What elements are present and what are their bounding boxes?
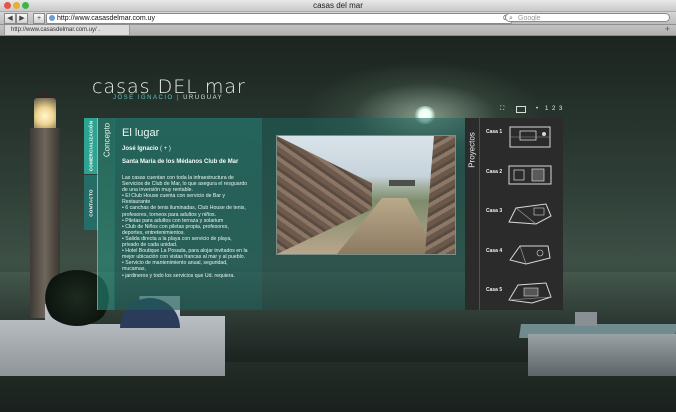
place-name: José Ignacio xyxy=(122,146,159,152)
tab-contacto-label: CONTACTO xyxy=(88,188,93,217)
lugar-photo[interactable] xyxy=(276,135,456,255)
tab-label: http://www.casasdelmar.com.uy/ . xyxy=(11,27,101,33)
house-right xyxy=(528,334,676,376)
casa-5-label[interactable]: Casa 5 xyxy=(486,287,502,293)
tab-contacto[interactable]: CONTACTO xyxy=(84,175,98,230)
tab-concepto-label: Concepto xyxy=(102,122,111,158)
tab-casasdelmar[interactable]: http://www.casasdelmar.com.uy/ . xyxy=(4,25,130,35)
search-placeholder: Google xyxy=(518,15,541,22)
body-line: • 6 canchas de tenis iluminadas, Club Ho… xyxy=(122,205,246,212)
chimney xyxy=(575,312,597,326)
tab-comercializacion-label: COMERCIALIZACIÓN xyxy=(88,120,93,172)
window-titlebar: casas del mar xyxy=(0,0,676,12)
globe-icon xyxy=(49,15,55,21)
page-link-1[interactable]: 1 xyxy=(545,105,548,113)
zoom-window-button[interactable] xyxy=(22,2,29,9)
content-panel: El lugar José Ignacio ( + ) Santa María … xyxy=(114,118,262,310)
page-link-2[interactable]: 2 xyxy=(552,105,555,113)
window-title: casas del mar xyxy=(313,1,363,10)
forward-button[interactable]: ▶ xyxy=(16,13,28,24)
page-link-3[interactable]: 3 xyxy=(559,105,562,113)
close-window-button[interactable] xyxy=(4,2,11,9)
distant-building xyxy=(389,180,415,186)
minimize-window-button[interactable] xyxy=(13,2,20,9)
lighthouse-lamp xyxy=(34,98,56,128)
subtitle-location: JOSE IGNACIO xyxy=(113,95,174,101)
place-title: José Ignacio ( + ) xyxy=(122,146,171,152)
tab-comercializacion[interactable]: COMERCIALIZACIÓN xyxy=(84,118,98,174)
casa-5-thumbnail[interactable] xyxy=(506,279,554,305)
gallery-icon[interactable] xyxy=(516,106,526,113)
search-field[interactable]: ⌕ Google xyxy=(505,13,670,22)
body-line: • jardineros y todo los servicios que Ud… xyxy=(122,272,235,279)
tab-proyectos[interactable]: Proyectos xyxy=(465,118,480,310)
casa-1-label[interactable]: Casa 1 xyxy=(486,129,502,135)
browser-toolbar: ◀ ▶ + http://www.casasdelmar.com.uy C ⌕ … xyxy=(0,12,676,25)
back-button[interactable]: ◀ xyxy=(4,13,16,24)
tab-concepto[interactable]: Concepto xyxy=(97,118,115,310)
tab-bar: http://www.casasdelmar.com.uy/ . + xyxy=(0,24,676,36)
back-arrow-icon: ◀ xyxy=(7,15,13,22)
body-text: Las casas cuentan con toda la infraestru… xyxy=(122,175,262,279)
casa-4-label[interactable]: Casa 4 xyxy=(486,248,502,254)
stone-wall-right xyxy=(425,136,455,254)
forward-arrow-icon: ▶ xyxy=(19,15,25,22)
plus-icon: + xyxy=(36,15,42,22)
club-title: Santa María de los Médanos Club de Mar xyxy=(122,159,239,165)
fullscreen-icon[interactable]: ⛶ xyxy=(500,105,504,113)
casa-2-thumbnail[interactable] xyxy=(506,162,554,188)
add-bookmark-button[interactable]: + xyxy=(33,13,45,24)
place-more-link[interactable]: ( + ) xyxy=(158,146,171,152)
address-bar[interactable]: http://www.casasdelmar.com.uy C xyxy=(46,13,512,24)
section-heading: El lugar xyxy=(122,127,160,139)
search-icon: ⌕ xyxy=(509,15,513,22)
subtitle-country: URUGUAY xyxy=(183,95,224,101)
page-dot[interactable]: • xyxy=(536,105,538,113)
casa-3-thumbnail[interactable] xyxy=(506,200,554,226)
address-text: http://www.casasdelmar.com.uy xyxy=(57,15,156,22)
new-tab-icon[interactable]: + xyxy=(665,24,670,34)
tab-proyectos-label: Proyectos xyxy=(467,132,477,168)
subtitle-separator: | xyxy=(176,95,180,101)
site-subtitle: JOSE IGNACIO | URUGUAY xyxy=(113,95,223,101)
casa-1-thumbnail[interactable] xyxy=(506,124,554,150)
casa-4-thumbnail[interactable] xyxy=(506,240,554,266)
casa-3-label[interactable]: Casa 3 xyxy=(486,208,502,214)
casa-2-label[interactable]: Casa 2 xyxy=(486,169,502,175)
